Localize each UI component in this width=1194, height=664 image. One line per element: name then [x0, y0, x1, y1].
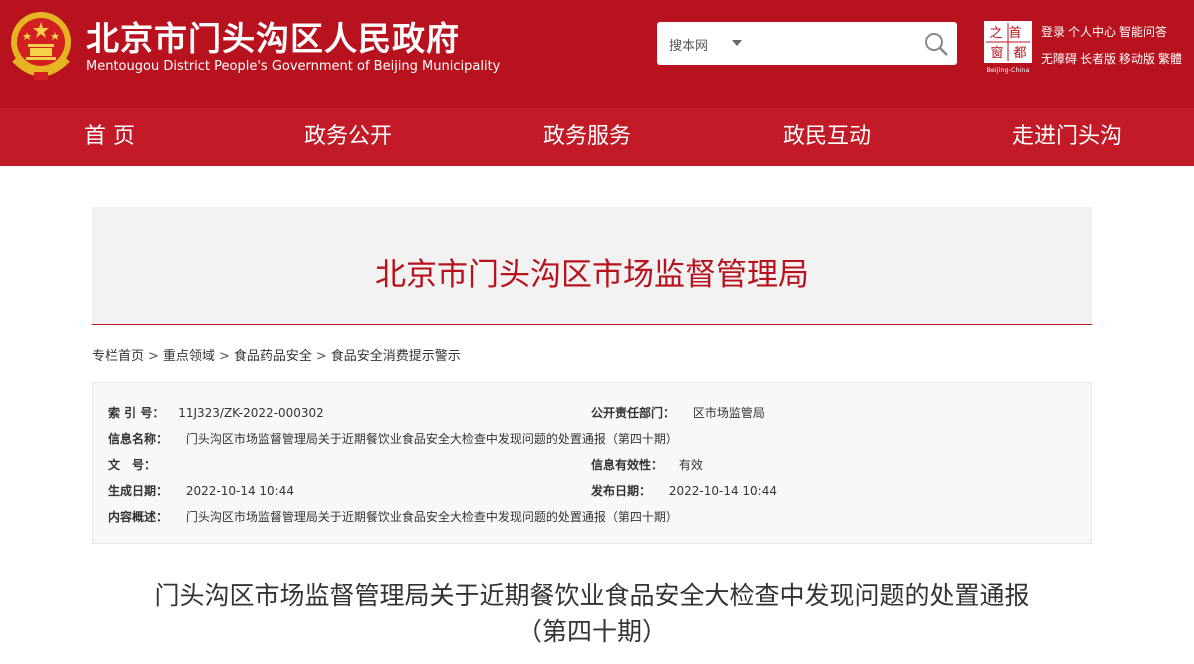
info-index: 索 引 号： 11J323/ZK-2022-000302	[108, 404, 324, 421]
nav-item-home[interactable]: 首 页	[84, 108, 135, 166]
info-label: 生成日期：	[108, 484, 169, 498]
info-label: 索 引 号：	[108, 406, 165, 420]
breadcrumb-item[interactable]: 食品安全消费提示警示	[331, 349, 461, 364]
info-label: 文 号：	[108, 458, 157, 472]
column-banner: 北京市门头沟区市场监督管理局	[92, 207, 1092, 325]
info-value: 区市场监管局	[692, 406, 765, 420]
article-title-line: （第四十期）	[516, 617, 667, 646]
capital-logo-caption: Beijing-China	[986, 66, 1029, 74]
capital-logo-char: 都	[1013, 46, 1026, 61]
main-nav: 首 页 政务公开 政务服务 政民互动 走进门头沟	[0, 108, 1194, 166]
capital-logo-char: 首	[1008, 26, 1021, 41]
mobile-version-link[interactable]: 移动版	[1119, 52, 1155, 66]
elder-mode-link[interactable]: 长者版	[1080, 52, 1116, 66]
nav-item-about-mentougou[interactable]: 走进门头沟	[1012, 108, 1122, 166]
capital-logo-char: 之	[989, 26, 1002, 41]
capital-window-logo-icon[interactable]: 首 都 之 窗 Beijing-China	[983, 20, 1033, 74]
info-name: 信息名称： 门头沟区市场监督管理局关于近期餐饮业食品安全大检查中发现问题的处置通…	[108, 430, 678, 447]
chevron-down-icon[interactable]	[732, 40, 742, 46]
article-title-line: 门头沟区市场监督管理局关于近期餐饮业食品安全大检查中发现问题的处置通报	[154, 581, 1030, 610]
info-published-date: 发布日期： 2022-10-14 10:44	[591, 482, 777, 499]
info-label: 内容概述：	[108, 510, 169, 524]
info-value: 门头沟区市场监督管理局关于近期餐饮业食品安全大检查中发现问题的处置通报（第四十期…	[185, 432, 678, 446]
accessibility-links: 无障碍 长者版 移动版 繁體	[1041, 50, 1185, 67]
top-header: 北京市门头沟区人民政府 Mentougou District People's …	[0, 0, 1194, 108]
info-value: 2022-10-14 10:44	[185, 484, 294, 498]
info-label: 信息有效性：	[591, 458, 664, 472]
breadcrumb-separator: >	[148, 349, 159, 364]
breadcrumb: 专栏首页 > 重点领域 > 食品药品安全 > 食品安全消费提示警示	[92, 345, 461, 364]
info-label: 信息名称：	[108, 432, 169, 446]
info-label: 发布日期：	[591, 484, 652, 498]
info-value: 11J323/ZK-2022-000302	[178, 406, 324, 420]
user-links: 登录 个人中心 智能问答	[1041, 23, 1170, 40]
article-title: 门头沟区市场监督管理局关于近期餐饮业食品安全大检查中发现问题的处置通报 （第四十…	[92, 578, 1092, 650]
info-created-date: 生成日期： 2022-10-14 10:44	[108, 482, 294, 499]
nav-item-gov-services[interactable]: 政务服务	[543, 108, 631, 166]
info-value: 2022-10-14 10:44	[668, 484, 777, 498]
info-doc-number: 文 号：	[108, 456, 156, 473]
document-info-table: 索 引 号： 11J323/ZK-2022-000302 公开责任部门： 区市场…	[92, 382, 1092, 544]
breadcrumb-separator: >	[218, 349, 230, 364]
info-value: 门头沟区市场监督管理局关于近期餐饮业食品安全大检查中发现问题的处置通报（第四十期…	[185, 510, 678, 524]
breadcrumb-item[interactable]: 食品药品安全	[234, 349, 312, 364]
info-value: 有效	[678, 458, 703, 472]
capital-logo-char: 窗	[990, 45, 1003, 61]
breadcrumb-item[interactable]: 重点领域	[163, 349, 215, 364]
search-scope-select[interactable]: 搜本网	[669, 35, 708, 54]
breadcrumb-item[interactable]: 专栏首页	[92, 349, 144, 364]
smart-qa-link[interactable]: 智能问答	[1119, 25, 1167, 39]
info-validity: 信息有效性： 有效	[591, 456, 703, 473]
info-dept: 公开责任部门： 区市场监管局	[591, 404, 765, 421]
info-summary: 内容概述： 门头沟区市场监督管理局关于近期餐饮业食品安全大检查中发现问题的处置通…	[108, 508, 678, 525]
traditional-chinese-link[interactable]: 繁體	[1158, 52, 1182, 66]
login-link[interactable]: 登录	[1041, 25, 1065, 39]
site-title[interactable]: 北京市门头沟区人民政府	[86, 12, 460, 60]
user-center-link[interactable]: 个人中心	[1068, 25, 1116, 39]
info-label: 公开责任部门：	[591, 406, 676, 420]
accessibility-link[interactable]: 无障碍	[1041, 52, 1077, 66]
breadcrumb-separator: >	[315, 349, 327, 364]
site-subtitle: Mentougou District People's Government o…	[86, 59, 501, 74]
column-title: 北京市门头沟区市场监督管理局	[375, 257, 809, 293]
search-input[interactable]	[749, 30, 909, 56]
search-box: 搜本网	[657, 22, 957, 65]
nav-item-gov-affairs-public[interactable]: 政务公开	[304, 108, 392, 166]
nav-item-interaction[interactable]: 政民互动	[783, 108, 871, 166]
national-emblem-icon[interactable]	[8, 8, 74, 84]
search-icon[interactable]	[923, 31, 949, 57]
